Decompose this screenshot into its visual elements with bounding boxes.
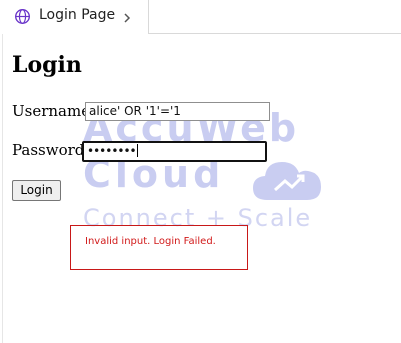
page-title: Login — [12, 52, 82, 78]
error-message: Invalid input. Login Failed. — [85, 236, 216, 247]
globe-icon — [15, 9, 30, 24]
password-field[interactable]: •••••••• — [82, 141, 267, 162]
error-message-box: Invalid input. Login Failed. — [70, 225, 248, 270]
cloud-upload-icon — [253, 162, 321, 200]
username-value: alice' OR '1'='1 — [89, 104, 181, 118]
username-field[interactable]: alice' OR '1'='1 — [85, 102, 270, 121]
tab-bar: Login Page — [0, 0, 401, 34]
chevron-right-icon[interactable] — [122, 12, 132, 24]
password-label: Password: — [12, 141, 90, 159]
username-label: Username: — [12, 102, 96, 120]
page-content: AccuWeb Cloud Connect + Scale Login User… — [2, 34, 401, 343]
password-value: •••••••• — [87, 144, 137, 158]
tab-title: Login Page — [39, 7, 116, 23]
browser-page: Login Page AccuWeb Cloud Connect + Scale… — [0, 0, 401, 343]
login-button[interactable]: Login — [12, 180, 61, 201]
text-caret — [136, 144, 138, 157]
browser-tab[interactable]: Login Page — [0, 0, 149, 34]
